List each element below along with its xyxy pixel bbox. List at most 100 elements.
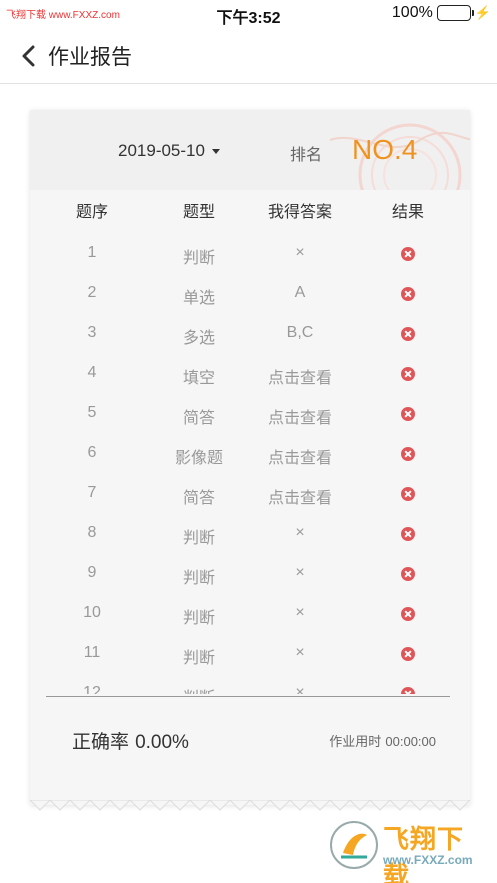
view-answer-link[interactable]: 点击查看: [250, 444, 350, 468]
watermark-url: www.FXXZ.com: [383, 853, 473, 867]
my-answer: B,C: [286, 324, 314, 341]
wrong-icon: [401, 647, 415, 661]
my-answer: ×: [295, 684, 305, 694]
date-selector[interactable]: 2019-05-10: [118, 141, 220, 161]
wrong-icon: [401, 487, 415, 501]
question-number: 10: [83, 604, 101, 621]
question-type: 简答: [182, 488, 215, 507]
wrong-icon: [401, 367, 415, 381]
result-cell: [368, 284, 448, 303]
view-answer-link[interactable]: 点击查看: [250, 484, 350, 508]
wrong-icon: [401, 407, 415, 421]
accuracy: 正确率 0.00%: [72, 727, 189, 754]
result-cell: [368, 564, 448, 583]
question-number: 2: [87, 284, 97, 301]
report-card: 2019-05-10 排名 NO.4 题序 题型 我得答案 结果 1 判断 × 2 单选…: [30, 110, 470, 805]
wrong-icon: [401, 607, 415, 621]
my-answer: ×: [295, 524, 305, 541]
column-header-answer: 我得答案: [267, 202, 332, 221]
result-cell: [368, 524, 448, 543]
question-number: 7: [87, 484, 97, 501]
table-row[interactable]: 5 简答 点击查看: [30, 398, 470, 438]
table-row[interactable]: 11 判断 ×: [30, 638, 470, 678]
duration-value: 00:00:00: [385, 734, 436, 749]
question-number: 12: [83, 684, 101, 694]
wrong-icon: [401, 527, 415, 541]
wrong-icon: [401, 447, 415, 461]
question-type: 简答: [182, 408, 215, 427]
question-type: 影像题: [174, 448, 223, 467]
view-answer-link[interactable]: 点击查看: [250, 404, 350, 428]
wrong-icon: [401, 247, 415, 261]
nav-bar: 作业报告: [0, 28, 497, 84]
question-type: 判断: [154, 684, 244, 694]
watermark-brand: 飞翔下载: [383, 825, 465, 883]
divider: [46, 696, 450, 697]
question-number: 5: [87, 404, 97, 421]
result-cell: [368, 444, 448, 463]
accuracy-value: 0.00%: [135, 732, 189, 753]
table-row[interactable]: 2 单选 A: [30, 278, 470, 318]
question-list[interactable]: 1 判断 × 2 单选 A 3 多选 B,C 4 填空 点击查看 5 简答 点击查看 6 影像题 点击查看 7 简答点…: [30, 238, 470, 694]
question-number: 1: [87, 244, 97, 261]
watermark-emblem-icon: [330, 821, 378, 869]
question-type: 判断: [182, 248, 215, 267]
rank-label: 排名: [290, 145, 323, 164]
watermark-logo: 飞翔下载 www.FXXZ.com: [329, 815, 489, 883]
result-cell: [368, 604, 448, 623]
rank-value: NO.4: [352, 134, 418, 165]
receipt-edge: [30, 800, 470, 811]
result-cell: [368, 684, 448, 694]
question-type: 判断: [182, 608, 215, 627]
result-cell: [368, 244, 448, 263]
column-header-result: 结果: [391, 202, 424, 221]
back-button[interactable]: [18, 42, 42, 70]
question-number: 8: [87, 524, 97, 541]
table-row[interactable]: 10 判断 ×: [30, 598, 470, 638]
my-answer: A: [294, 284, 306, 301]
chevron-left-icon: [22, 45, 35, 67]
question-type: 判断: [182, 528, 215, 547]
table-row[interactable]: 1 判断 ×: [30, 238, 470, 278]
table-row[interactable]: 4 填空 点击查看: [30, 358, 470, 398]
result-cell: [368, 324, 448, 343]
result-cell: [368, 484, 448, 503]
column-header-type: 题型: [182, 202, 215, 221]
table-row[interactable]: 12 判断 ×: [30, 678, 470, 694]
question-number: 11: [83, 644, 101, 661]
table-row[interactable]: 6 影像题 点击查看: [30, 438, 470, 478]
result-cell: [368, 364, 448, 383]
wrong-icon: [401, 287, 415, 301]
date-value: 2019-05-10: [118, 141, 205, 160]
wrong-icon: [401, 327, 415, 341]
charging-bolt-icon: ⚡: [474, 5, 491, 20]
my-answer: ×: [295, 564, 305, 581]
table-header: 题序 题型 我得答案 结果: [30, 198, 470, 228]
wrong-icon: [401, 687, 415, 694]
question-number: 6: [87, 444, 97, 461]
page-title: 作业报告: [48, 45, 132, 69]
question-type: 多选: [182, 328, 215, 347]
question-type: 单选: [182, 288, 215, 307]
status-bar: 飞翔下载 www.FXXZ.com 下午3:52 100% ⚡: [0, 0, 497, 28]
table-row[interactable]: 8 判断 ×: [30, 518, 470, 558]
my-answer: ×: [295, 644, 305, 661]
question-number: 4: [87, 364, 97, 381]
table-row[interactable]: 7 简答 点击查看: [30, 478, 470, 518]
wrong-icon: [401, 567, 415, 581]
table-row[interactable]: 3 多选 B,C: [30, 318, 470, 358]
battery-percent: 100%: [391, 4, 433, 21]
table-row[interactable]: 9 判断 ×: [30, 558, 470, 598]
result-cell: [368, 644, 448, 663]
column-header-number: 题序: [75, 202, 108, 221]
question-type: 填空: [182, 368, 215, 387]
question-number: 3: [87, 324, 97, 341]
status-right: 100% ⚡: [392, 4, 491, 22]
duration: 作业用时 00:00:00: [329, 731, 436, 750]
report-header: 2019-05-10 排名 NO.4: [30, 110, 470, 190]
my-answer: ×: [295, 604, 305, 621]
battery-icon: [436, 5, 474, 21]
question-type: 判断: [182, 648, 215, 667]
view-answer-link[interactable]: 点击查看: [250, 364, 350, 388]
accuracy-label: 正确率: [72, 731, 130, 753]
